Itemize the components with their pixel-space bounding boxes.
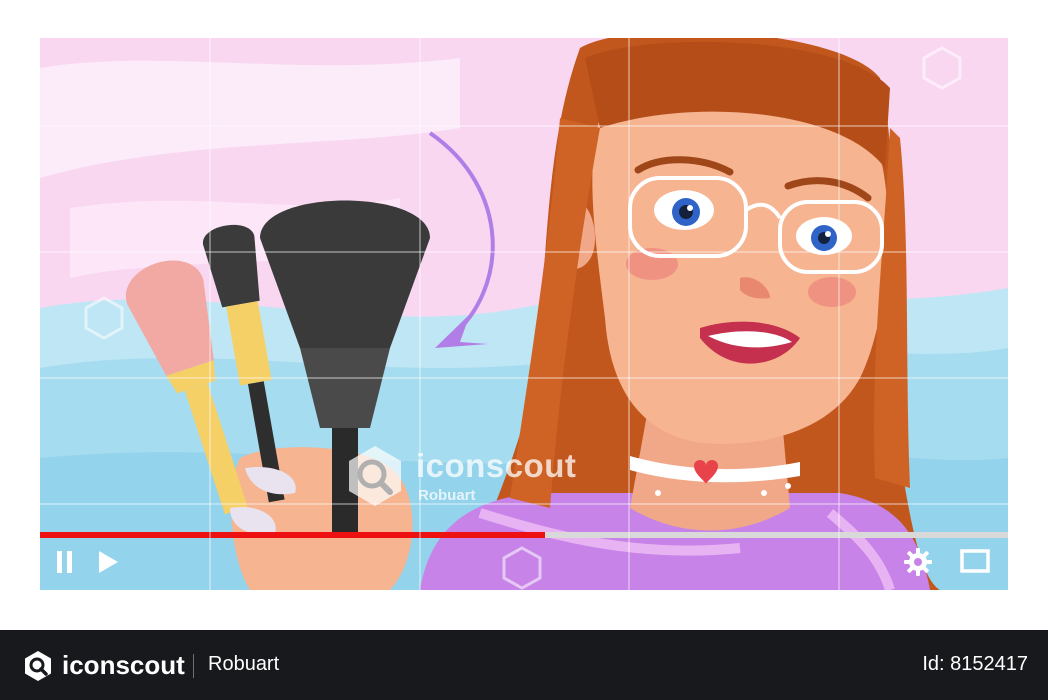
footer-brand: iconscout — [62, 650, 185, 680]
pause-button[interactable] — [54, 550, 76, 574]
iconscout-logo-icon — [349, 446, 401, 506]
fullscreen-icon — [960, 549, 990, 573]
gear-icon — [904, 548, 932, 576]
footer-asset-id: Id: 8152417 — [922, 653, 1028, 675]
watermark-overlay: iconscout Robuart — [340, 443, 580, 513]
footer-bar: iconscout Robuart Id: 8152417 — [0, 630, 1048, 700]
footer-divider — [193, 654, 194, 678]
settings-button[interactable] — [903, 547, 933, 577]
play-button[interactable] — [96, 550, 120, 574]
progress-bar[interactable] — [40, 532, 1008, 538]
watermark-brand: iconscout — [416, 447, 577, 484]
play-icon — [99, 551, 118, 573]
video-player[interactable]: iconscout Robuart — [40, 38, 1008, 590]
iconscout-logo-icon — [25, 651, 51, 681]
watermark-author: Robuart — [418, 487, 476, 504]
progress-bar-fill — [40, 532, 546, 538]
footer-author: Robuart — [208, 653, 280, 675]
fullscreen-button[interactable] — [960, 549, 990, 573]
pause-icon — [57, 551, 72, 573]
